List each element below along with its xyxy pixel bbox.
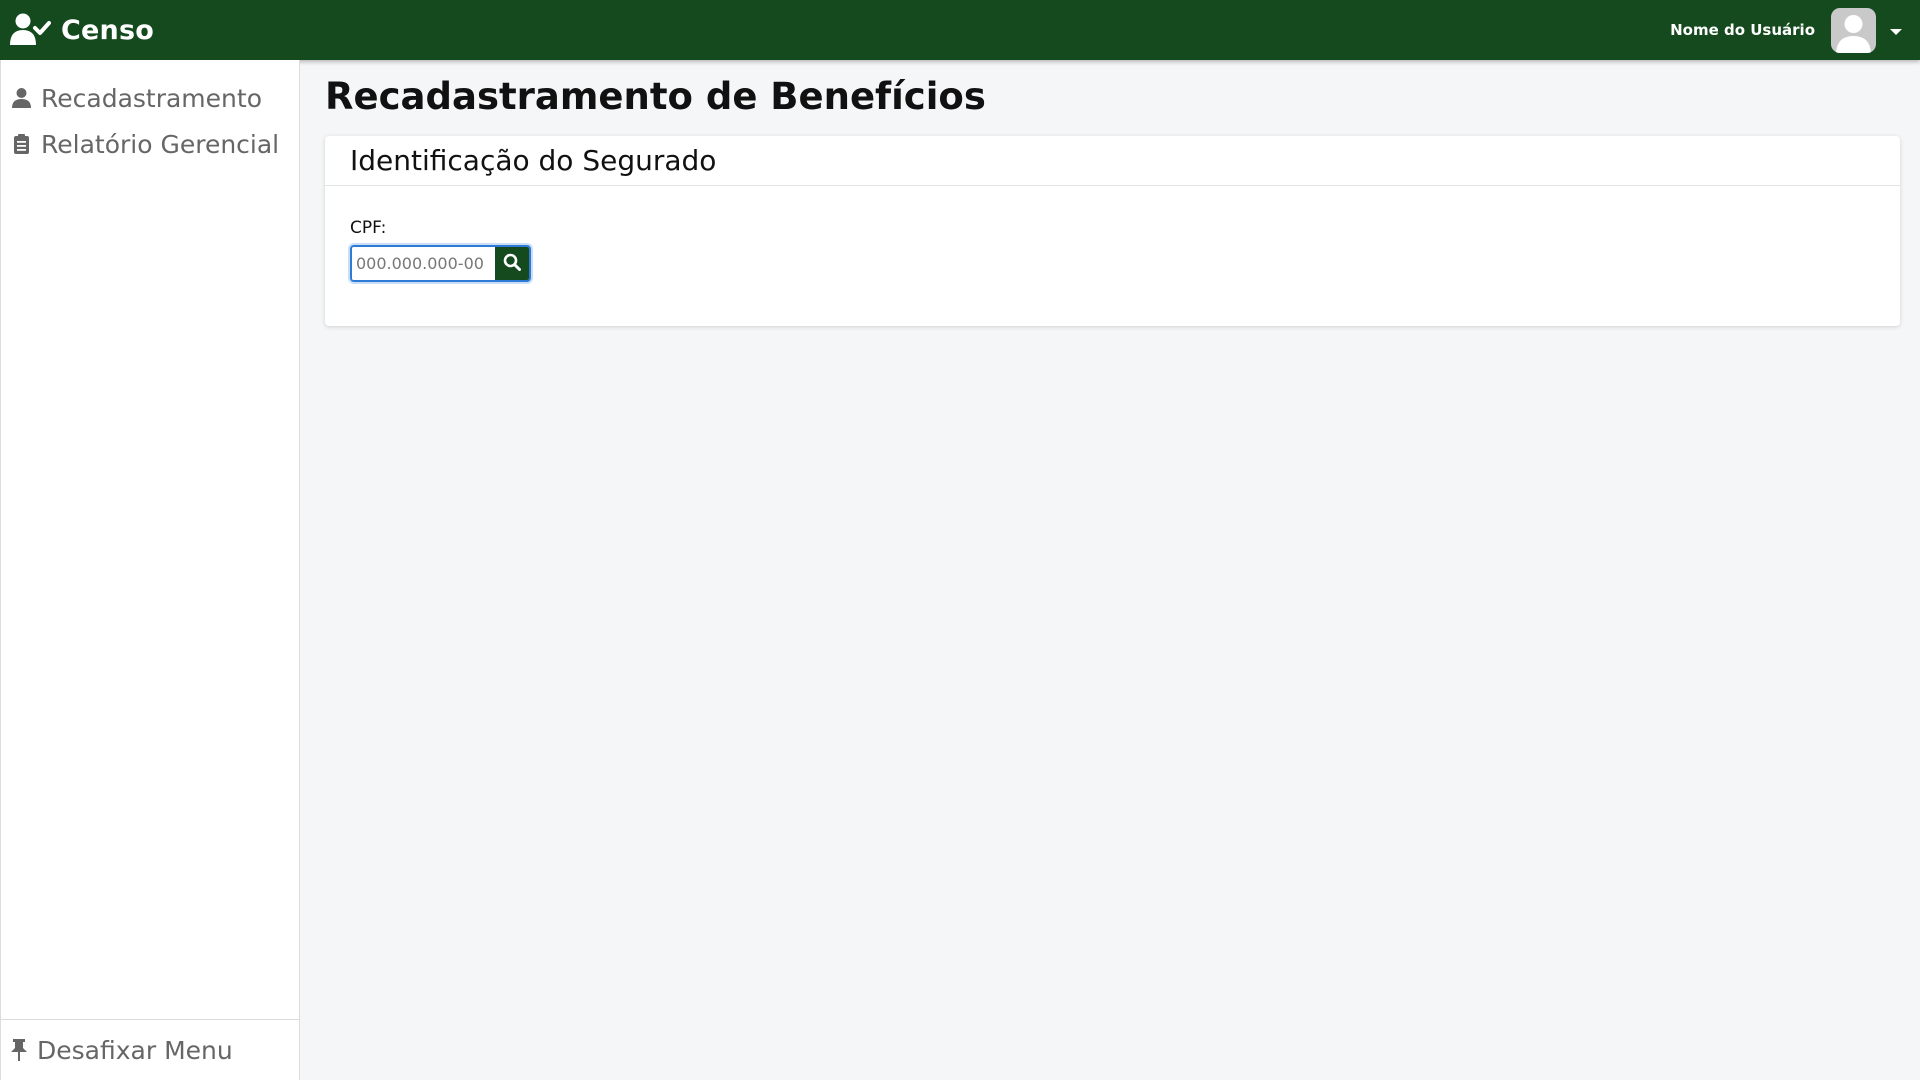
card-title: Identificação do Segurado xyxy=(325,136,1900,186)
user-icon xyxy=(11,87,31,109)
unpin-menu-button[interactable]: Desafixar Menu xyxy=(1,1019,300,1080)
pin-icon xyxy=(9,1039,29,1061)
user-name: Nome do Usuário xyxy=(1670,21,1815,39)
avatar xyxy=(1831,7,1876,53)
cpf-label: CPF: xyxy=(350,218,387,238)
clipboard-icon xyxy=(11,133,31,155)
cpf-input[interactable] xyxy=(352,247,495,280)
sidebar-item-relatorio-gerencial[interactable]: Relatório Gerencial xyxy=(1,121,299,167)
search-button[interactable] xyxy=(495,247,529,280)
main-content: Recadastramento de Benefícios Identifica… xyxy=(325,60,1900,326)
search-icon xyxy=(503,253,521,274)
card-body: CPF: xyxy=(325,186,1900,314)
sidebar-item-label: Recadastramento xyxy=(41,83,262,113)
page-title: Recadastramento de Benefícios xyxy=(325,75,986,118)
top-navbar: Censo Nome do Usuário xyxy=(0,0,1920,60)
sidebar: Recadastramento Relatório Gerencial Desa… xyxy=(0,60,300,1080)
insured-identification-card: Identificação do Segurado CPF: xyxy=(325,136,1900,326)
app-title: Censo xyxy=(61,14,154,46)
cpf-input-group xyxy=(350,245,531,282)
sidebar-item-recadastramento[interactable]: Recadastramento xyxy=(1,75,299,121)
user-check-icon xyxy=(10,13,51,47)
user-menu[interactable]: Nome do Usuário xyxy=(1670,0,1920,60)
brand-link[interactable]: Censo xyxy=(0,0,154,60)
sidebar-item-label: Relatório Gerencial xyxy=(41,129,280,159)
unpin-menu-label: Desafixar Menu xyxy=(37,1035,233,1065)
chevron-down-icon[interactable] xyxy=(1890,29,1902,35)
